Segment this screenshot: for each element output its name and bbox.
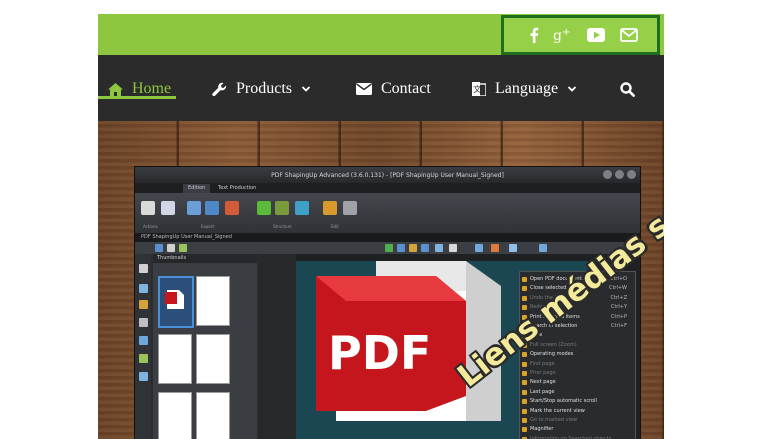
- youtube-link[interactable]: [585, 24, 607, 46]
- menu-item-icon: [522, 408, 527, 414]
- app-ribbon: Actions Export Structure Edit: [135, 193, 640, 233]
- wrench-icon: [212, 82, 227, 96]
- open-file-bar: PDF ShapingUp User Manual_Signed: [135, 233, 640, 242]
- google-plus-link[interactable]: g +: [552, 24, 574, 46]
- context-menu-item[interactable]: Prior page: [530, 370, 556, 376]
- menu-item-icon: [522, 389, 527, 395]
- chevron-down-icon: [301, 86, 311, 92]
- nav-products[interactable]: Products: [212, 79, 311, 99]
- app-toolbar: [135, 242, 640, 254]
- email-link[interactable]: [618, 24, 640, 46]
- menu-item-icon: [522, 286, 527, 292]
- menu-item-icon: [522, 418, 527, 423]
- nav-products-label: Products: [236, 80, 292, 97]
- pdf-logo-icon: PDF: [316, 261, 501, 421]
- pdf-cube-icon: [165, 290, 184, 309]
- nav-active-indicator: [98, 96, 176, 99]
- ribbon-group-label: Edit: [331, 224, 339, 229]
- facebook-icon: [530, 27, 539, 43]
- nav-language-label: Language: [495, 80, 559, 97]
- app-title: PDF ShapingUp Advanced (3.6.0.131) - [PD…: [271, 171, 504, 179]
- chevron-down-icon: [567, 86, 577, 92]
- pdf-logo-text: PDF: [328, 326, 431, 380]
- thumbnail-page: [196, 334, 230, 384]
- context-menu-shortcut: Ctrl+W: [608, 285, 627, 292]
- nav-contact-label: Contact: [381, 80, 431, 97]
- youtube-icon: [587, 28, 605, 42]
- menu-item-icon: [522, 295, 527, 301]
- website: g + Home Products Contact 文 Language PDF…: [98, 14, 664, 439]
- menu-item-icon: [522, 277, 527, 282]
- app-title-bar: PDF ShapingUp Advanced (3.6.0.131) - [PD…: [135, 167, 640, 183]
- envelope-icon: [620, 28, 638, 42]
- thumbnail-page: [158, 334, 192, 384]
- thumbnail-page: [196, 392, 230, 439]
- facebook-link[interactable]: [523, 24, 545, 46]
- ribbon-group-label: Structure: [273, 224, 292, 229]
- menu-item-icon: [522, 380, 527, 386]
- menu-item-icon: [522, 371, 527, 376]
- app-side-toolbar: [135, 254, 151, 439]
- context-menu-item[interactable]: Go to marked view: [530, 417, 577, 423]
- svg-text:文: 文: [473, 84, 481, 94]
- thumbnail-page: [158, 392, 192, 439]
- context-menu-item[interactable]: Last page: [530, 389, 555, 395]
- context-menu-shortcut: Ctrl+P: [610, 313, 627, 320]
- ribbon-group-label: Export: [201, 224, 215, 229]
- social-links-highlight: g +: [501, 15, 660, 55]
- top-bar: g +: [98, 14, 664, 55]
- context-menu-item[interactable]: Start/Stop automatic scroll: [530, 398, 597, 404]
- context-menu-shortcut: Ctrl+Y: [610, 304, 627, 311]
- thumbnail-page: [196, 276, 230, 326]
- svg-text:+: +: [562, 27, 570, 38]
- menu-item-icon: [522, 427, 527, 433]
- window-buttons: [603, 170, 636, 179]
- tab-text-production: Text Production: [218, 185, 257, 191]
- search-icon: [620, 81, 635, 97]
- thumbnail-page: [158, 276, 194, 328]
- svg-text:g: g: [553, 28, 562, 43]
- context-menu-shortcut: Ctrl+F: [611, 323, 627, 329]
- search-button[interactable]: [620, 79, 635, 99]
- tab-edition: Edition: [183, 184, 211, 193]
- app-tabs: Edition Text Production: [135, 183, 640, 193]
- ribbon-group-label: Actions: [143, 224, 158, 229]
- thumbnails-label: Thumbnails: [153, 254, 257, 263]
- context-menu-item[interactable]: Mark the current view: [530, 408, 585, 414]
- context-menu-item[interactable]: Operating modes: [530, 351, 573, 357]
- nav-language[interactable]: 文 Language: [472, 79, 577, 99]
- google-plus-icon: g +: [553, 27, 570, 43]
- context-menu-item[interactable]: First page: [530, 361, 555, 367]
- menu-item-icon: [522, 399, 527, 405]
- home-icon: [108, 82, 123, 96]
- menu-item-icon: [522, 361, 527, 367]
- hero-banner: PDF ShapingUp Advanced (3.6.0.131) - [PD…: [98, 121, 664, 439]
- envelope-icon: [356, 83, 372, 95]
- nav-contact[interactable]: Contact: [356, 79, 431, 99]
- thumbnails-panel: Thumbnails: [153, 254, 257, 439]
- translate-icon: 文: [472, 82, 486, 96]
- main-nav: Home Products Contact 文 Language: [98, 55, 664, 121]
- context-menu-item[interactable]: Magnifier: [530, 426, 553, 432]
- context-menu-item[interactable]: Next page: [530, 379, 556, 385]
- context-menu-shortcut: Ctrl+Z: [610, 294, 627, 301]
